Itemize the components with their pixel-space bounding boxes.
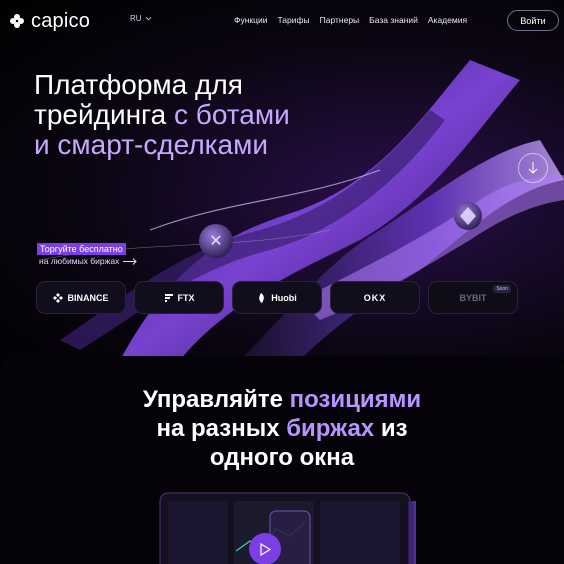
capico-logo-icon [10,14,24,28]
manage-line1-white: Управляйте [142,386,290,413]
manage-line2-white: на разных [156,415,287,442]
soon-badge: Soon [493,285,511,293]
ftx-icon [164,293,173,302]
trading-terminal-preview [159,492,416,564]
manage-line2-purple: биржах [286,415,375,442]
language-selector[interactable]: RU [130,14,152,23]
play-icon [260,542,271,556]
svg-text:✕: ✕ [209,231,222,250]
headline-line-2: трейдинга с ботами [34,100,290,130]
exchange-okx-button[interactable]: OKX [330,281,420,314]
trade-free-subtitle: на любимых биржах [39,256,120,266]
headline-word-trading: трейдинга [34,99,167,130]
headline-line-3: и смарт-сделками [34,129,268,160]
exchange-binance-button[interactable]: BINANCE [36,281,126,314]
hero-headline: Платформа для трейдинга с ботами и смарт… [34,70,290,160]
nav-item-pricing[interactable]: Тарифы [278,15,310,25]
arrow-down-icon [528,162,538,174]
headline-line-1: Платформа для [34,69,243,100]
capico-logo[interactable]: capico [9,10,90,32]
nav-item-partners[interactable]: Партнеры [320,15,360,25]
arrow-right-icon [123,257,138,265]
exchange-label: Huobi [271,292,297,303]
exchange-label: OKX [363,292,387,303]
play-video-button[interactable] [249,533,281,564]
manage-line-2: на разных биржах из [0,414,564,443]
manage-line1-purple: позициями [289,386,422,413]
exchange-label: BINANCE [67,292,109,303]
nav-item-academy[interactable]: Академия [428,15,467,25]
login-button[interactable]: Войти [507,10,559,31]
manage-positions-section: Управляйте позициями на разных биржах из… [0,356,564,564]
exchange-ftx-button[interactable]: FTX [134,281,224,314]
language-label: RU [130,14,142,23]
manage-line-3: одного окна [209,444,355,471]
main-nav: Функции Тарифы Партнеры База знаний Акад… [234,15,467,25]
trade-free-badge: Торгуйте бесплатно [37,243,126,255]
exchange-bybit-button[interactable]: BYBIT Soon [428,281,518,314]
exchange-huobi-button[interactable]: Huobi [232,281,322,314]
trade-free-link[interactable]: на любимых биржах [39,256,138,266]
manage-positions-title: Управляйте позициями на разных биржах из… [0,385,564,472]
manage-line-1: Управляйте позициями [0,385,564,414]
hero-section: ✕ capico RU Функции Тарифы Партнеры База… [0,0,564,360]
scroll-down-button[interactable] [518,153,548,183]
logo-text: capico [31,9,91,32]
exchanges-row: BINANCE FTX Huobi OKX BYBIT Soon [36,281,518,314]
huobi-icon [259,292,265,303]
binance-icon [53,292,64,303]
chevron-down-icon [145,16,151,21]
nav-item-knowledge-base[interactable]: База знаний [369,15,418,25]
headline-word-bots: с ботами [166,99,290,130]
manage-line2-white2: из [374,415,408,442]
nav-item-functions[interactable]: Функции [234,15,268,25]
exchange-label: FTX [177,292,195,303]
exchange-label: BYBIT [459,292,487,303]
